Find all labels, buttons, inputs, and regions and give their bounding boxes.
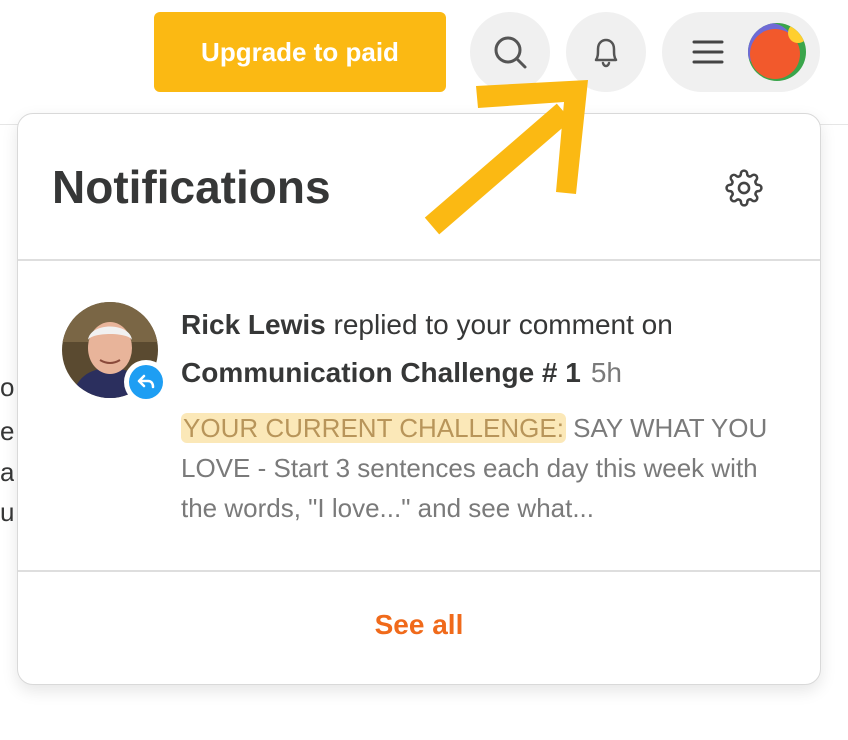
- notification-action: replied to your comment on: [325, 309, 673, 340]
- menu-button[interactable]: [662, 12, 820, 92]
- notification-highlight: YOUR CURRENT CHALLENGE:: [181, 413, 566, 443]
- background-text: a: [0, 457, 14, 487]
- header-divider: [18, 259, 820, 261]
- background-text: o: [0, 372, 14, 402]
- notifications-panel: Notifications Rick Lewis replied to your…: [17, 113, 821, 685]
- notification-post-title: Communication Challenge # 1: [181, 357, 581, 388]
- footer-divider: [18, 570, 820, 572]
- notification-post-line[interactable]: Communication Challenge # 1 5h: [181, 357, 622, 389]
- reply-icon: [137, 374, 155, 389]
- bell-icon: [594, 38, 618, 68]
- gear-icon[interactable]: [725, 169, 763, 207]
- notification-time: 5h: [590, 357, 623, 388]
- user-avatar[interactable]: [748, 23, 806, 81]
- panel-title: Notifications: [52, 161, 331, 213]
- notification-actor: Rick Lewis: [181, 309, 326, 340]
- reply-badge: [124, 360, 168, 404]
- see-all-link[interactable]: See all: [18, 609, 820, 641]
- search-icon: [494, 36, 527, 69]
- menu-icon: [692, 40, 724, 64]
- background-text: e: [0, 416, 14, 446]
- notification-summary[interactable]: Rick Lewis replied to your comment on: [181, 309, 673, 341]
- notification-excerpt[interactable]: YOUR CURRENT CHALLENGE: SAY WHAT YOU LOV…: [181, 408, 781, 528]
- background-text: u: [0, 497, 14, 527]
- arrow-annotation-icon: [424, 80, 588, 235]
- upgrade-button[interactable]: Upgrade to paid: [154, 12, 446, 92]
